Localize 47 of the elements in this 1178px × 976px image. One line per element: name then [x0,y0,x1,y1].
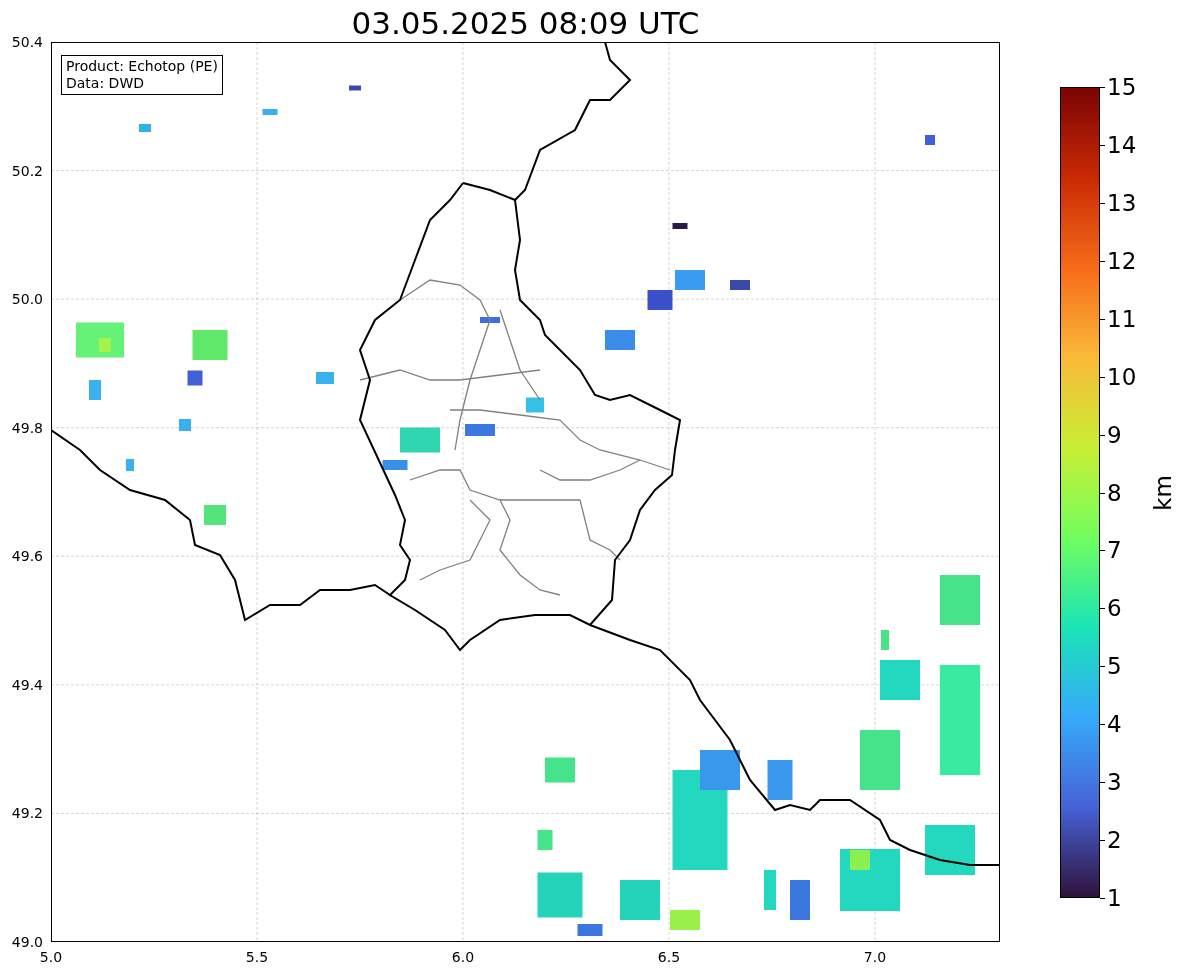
y-tick-label: 49.0 [11,934,43,950]
tick-mark [1100,260,1105,262]
colorbar-tick-label: 6 [1107,595,1122,622]
colorbar-tick-label: 11 [1107,305,1137,332]
y-tick-label: 49.2 [11,805,43,822]
colorbar-tick-label: 5 [1107,653,1122,680]
x-tick-label: 5.0 [39,949,63,965]
tick-mark [1100,782,1105,784]
y-tick-label: 49.8 [11,419,43,436]
colorbar-tick-label: 15 [1107,74,1137,100]
tick-mark [1100,318,1105,320]
colorbar-tick-label: 8 [1107,479,1122,506]
colorbar-tick-label: 7 [1107,537,1122,564]
colorbar-tick-label: 1 [1107,885,1122,911]
colorbar-tick-label: 9 [1107,421,1122,448]
tick-mark [1100,840,1105,842]
colorbar-tick-label: 10 [1107,363,1137,390]
tick-mark [1100,666,1105,668]
tick-mark [1100,87,1105,88]
x-tick-label: 7.0 [863,949,887,965]
colorbar-tick-label: 13 [1107,189,1137,216]
tick-mark [1100,898,1105,899]
x-tick-label: 5.5 [245,949,269,965]
tick-mark [1100,550,1105,552]
x-tick-label: 6.0 [451,949,475,965]
tick-mark [1100,376,1105,378]
y-tick-label: 50.4 [11,34,43,50]
tick-mark [1100,202,1105,204]
y-tick-label: 49.4 [11,676,43,693]
x-tick-label: 6.5 [657,949,681,965]
tick-mark [1100,608,1105,610]
y-tick-label: 50.2 [11,162,43,179]
colorbar-tick-label: 3 [1107,769,1122,796]
colorbar-tick-label: 12 [1107,247,1137,274]
colorbar-tick-label: 4 [1107,711,1122,738]
tick-mark [1100,434,1105,436]
colorbar-tick-label: 2 [1107,827,1122,854]
tick-mark [1100,724,1105,726]
info-text: Data: DWD [66,75,145,92]
y-tick-label: 49.6 [11,548,43,565]
colorbar-tick-label: 14 [1107,131,1137,158]
colorbar-label: km [1149,474,1176,511]
chart-title: 03.05.2025 08:09 UTC [350,4,701,42]
info-text: Product: Echotop (PE) [66,58,218,75]
y-tick-label: 50.0 [11,291,43,308]
tick-mark [1100,492,1105,494]
tick-mark [1100,144,1105,146]
